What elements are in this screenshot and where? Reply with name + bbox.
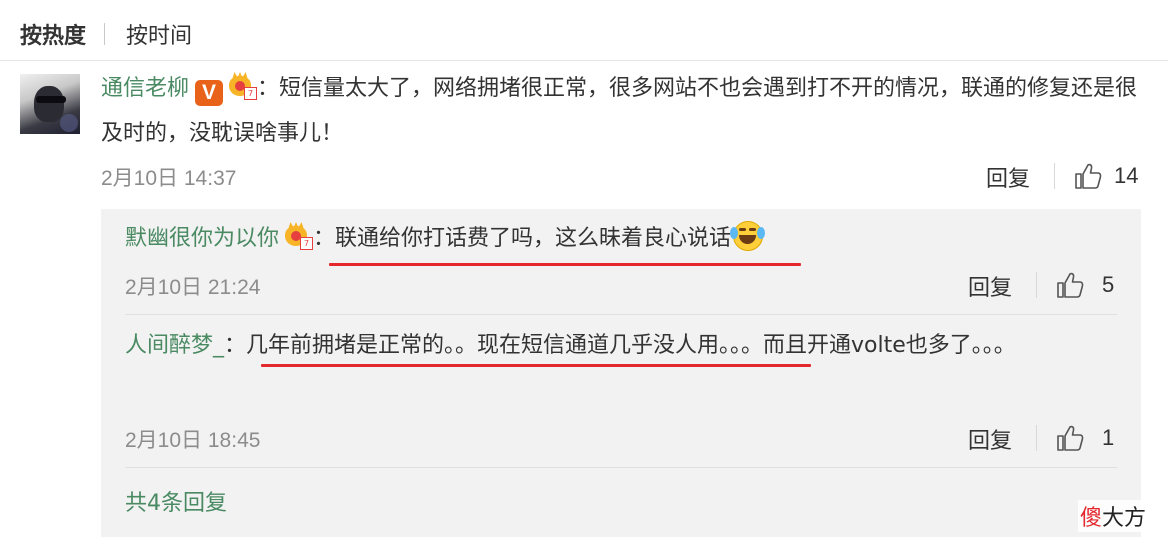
sort-by-time-tab[interactable]: 按时间 [126,18,192,50]
reply-separator: ： [224,333,247,358]
sort-bar: 按热度 按时间 [20,14,192,54]
like-icon[interactable] [1056,271,1084,299]
reply-button[interactable]: 回复 [968,423,1012,455]
reply-item: 人间醉梦_：几年前拥堵是正常的。。现在短信通道几乎没人用。。。而且开通volte… [125,323,1075,368]
reply-text: 几年前拥堵是正常的。。现在短信通道几乎没人用。。。而且开通volte也多了。。。 [246,333,1016,358]
like-icon[interactable] [1056,424,1084,452]
like-count: 5 [1102,272,1115,297]
highlight-underline [329,263,801,266]
comment-separator: ： [257,76,280,101]
reply-text: 联通给你打话费了吗，这么昧着良心说话 [335,226,732,251]
sort-bar-divider [0,60,1168,61]
crown-icon: 7 [283,222,314,250]
reply-divider [125,467,1117,468]
action-divider [1036,425,1037,451]
crown-icon: 7 [227,72,258,100]
reply-button[interactable]: 回复 [968,270,1012,302]
more-replies-link[interactable]: 共4条回复 [125,485,227,517]
reply-item: 默幽很你为以你 7 ：联通给你打话费了吗，这么昧着良心说话 [125,216,1125,261]
reply-button[interactable]: 回复 [986,161,1030,193]
like-count: 1 [1102,425,1115,450]
sort-divider [104,23,106,45]
reply-username[interactable]: 人间醉梦_ [125,333,224,358]
vip-icon: V [195,80,224,106]
reply-timestamp: 2月10日 21:24 [125,276,261,299]
like-icon[interactable] [1074,162,1102,190]
comment-username[interactable]: 通信老柳 [101,76,189,101]
reply-username[interactable]: 默幽很你为以你 [125,226,279,251]
sort-by-hot-tab[interactable]: 按热度 [20,18,86,50]
highlight-underline [261,364,811,367]
laugh-cry-emoji-icon [730,221,766,251]
avatar[interactable] [20,74,80,134]
action-divider [1054,163,1055,189]
like-count: 14 [1114,163,1139,188]
comment-body: 通信老柳 V 7 ：短信量太大了，网络拥堵很正常，很多网站不也会遇到打不开的情况，联通… [101,66,1146,156]
comment-timestamp: 2月10日 14:37 [101,167,237,190]
reply-timestamp: 2月10日 18:45 [125,429,261,452]
replies-panel: 默幽很你为以你 7 ：联通给你打话费了吗，这么昧着良心说话 2月10日 21:24 … [101,209,1141,537]
action-divider [1036,272,1037,298]
reply-separator: ： [313,226,336,251]
watermark: 傻大方 [1077,500,1148,532]
reply-divider [125,314,1117,315]
